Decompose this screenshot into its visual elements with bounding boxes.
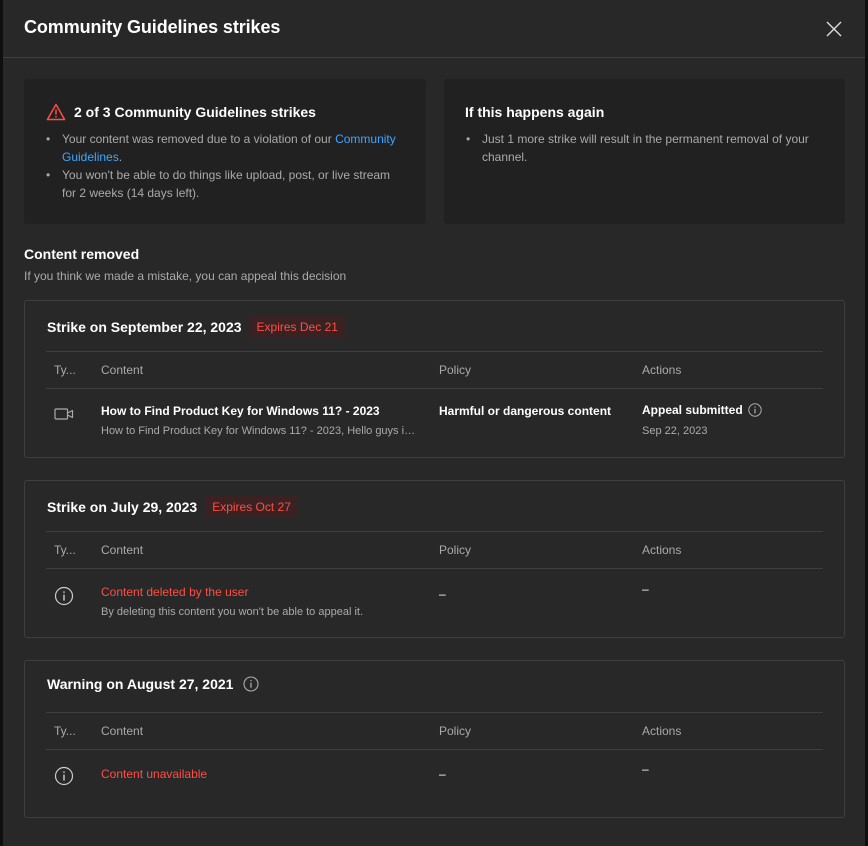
- video-title[interactable]: How to Find Product Key for Windows 11? …: [101, 404, 419, 418]
- policy-value: –: [439, 587, 446, 601]
- info-icon[interactable]: [747, 403, 762, 417]
- next-bullet-1: Just 1 more strike will result in the pe…: [465, 130, 825, 166]
- dialog-title: Community Guidelines strikes: [24, 17, 281, 37]
- strike-title: Strike on September 22, 2023: [47, 319, 242, 335]
- content-cell: Content deleted by the user By deleting …: [101, 585, 363, 618]
- content-cell: How to Find Product Key for Windows 11? …: [101, 404, 419, 437]
- column-actions: Actions: [642, 543, 682, 557]
- column-policy: Policy: [439, 543, 472, 557]
- action-value: –: [642, 762, 649, 776]
- summary-bullet-1: Your content was removed due to a violat…: [45, 130, 405, 166]
- info-icon: [54, 586, 74, 606]
- summary-list: Your content was removed due to a violat…: [45, 130, 405, 202]
- dialog-header: Community Guidelines strikes: [3, 0, 865, 58]
- info-icon[interactable]: [243, 676, 259, 692]
- column-actions: Actions: [642, 363, 682, 377]
- video-description: How to Find Product Key for Windows 11? …: [101, 425, 419, 437]
- strike-title: Strike on July 29, 2023: [47, 499, 198, 515]
- summary-title: 2 of 3 Community Guidelines strikes: [74, 104, 316, 120]
- next-list: Just 1 more strike will result in the pe…: [465, 130, 825, 166]
- info-icon: [54, 766, 74, 786]
- strike-header: Strike on September 22, 2023 Expires Dec…: [47, 316, 345, 338]
- expires-badge: Expires Oct 27: [205, 496, 298, 518]
- warning-title: Warning on August 27, 2021: [47, 676, 234, 692]
- appeal-status: Appeal submitted: [642, 403, 762, 417]
- strike-header: Strike on July 29, 2023 Expires Oct 27: [47, 496, 298, 518]
- strike-card: Strike on July 29, 2023 Expires Oct 27 T…: [24, 480, 845, 638]
- column-content: Content: [101, 543, 144, 557]
- column-type: Ty...: [54, 724, 76, 738]
- column-content: Content: [101, 724, 144, 738]
- summary-bullet-2: You won't be able to do things like uplo…: [45, 166, 405, 202]
- policy-value: –: [439, 767, 446, 781]
- appeal-status-label: Appeal submitted: [642, 403, 743, 417]
- next-title: If this happens again: [465, 104, 605, 120]
- warning-icon: [46, 103, 66, 121]
- table-header: Ty... Content Policy Actions: [46, 712, 823, 750]
- warning-header: Warning on August 27, 2021: [47, 676, 259, 692]
- strike-summary-box: 2 of 3 Community Guidelines strikes Your…: [24, 79, 426, 224]
- strike-card: Strike on September 22, 2023 Expires Dec…: [24, 300, 845, 458]
- table-header: Ty... Content Policy Actions: [46, 351, 823, 389]
- content-note: By deleting this content you won't be ab…: [101, 606, 363, 618]
- column-policy: Policy: [439, 363, 472, 377]
- column-policy: Policy: [439, 724, 472, 738]
- column-type: Ty...: [54, 543, 76, 557]
- column-type: Ty...: [54, 363, 76, 377]
- content-status: Content unavailable: [101, 767, 208, 781]
- actions-cell: Appeal submitted Sep 22, 2023: [642, 403, 762, 437]
- policy-value: Harmful or dangerous content: [439, 404, 612, 418]
- video-camera-icon: [54, 408, 74, 420]
- action-value: –: [642, 582, 649, 596]
- content-removed-title: Content removed: [24, 246, 140, 262]
- expires-badge: Expires Dec 21: [249, 316, 345, 338]
- warning-card: Warning on August 27, 2021 Ty... Content…: [24, 660, 845, 818]
- if-this-happens-again-box: If this happens again Just 1 more strike…: [444, 79, 845, 224]
- strikes-dialog: Community Guidelines strikes 2 of 3 Comm…: [3, 0, 865, 846]
- table-header: Ty... Content Policy Actions: [46, 531, 823, 569]
- column-content: Content: [101, 363, 144, 377]
- content-removed-subtitle: If you think we made a mistake, you can …: [24, 269, 347, 283]
- content-status: Content deleted by the user: [101, 585, 249, 599]
- column-actions: Actions: [642, 724, 682, 738]
- close-icon[interactable]: [824, 19, 844, 39]
- appeal-date: Sep 22, 2023: [642, 425, 708, 437]
